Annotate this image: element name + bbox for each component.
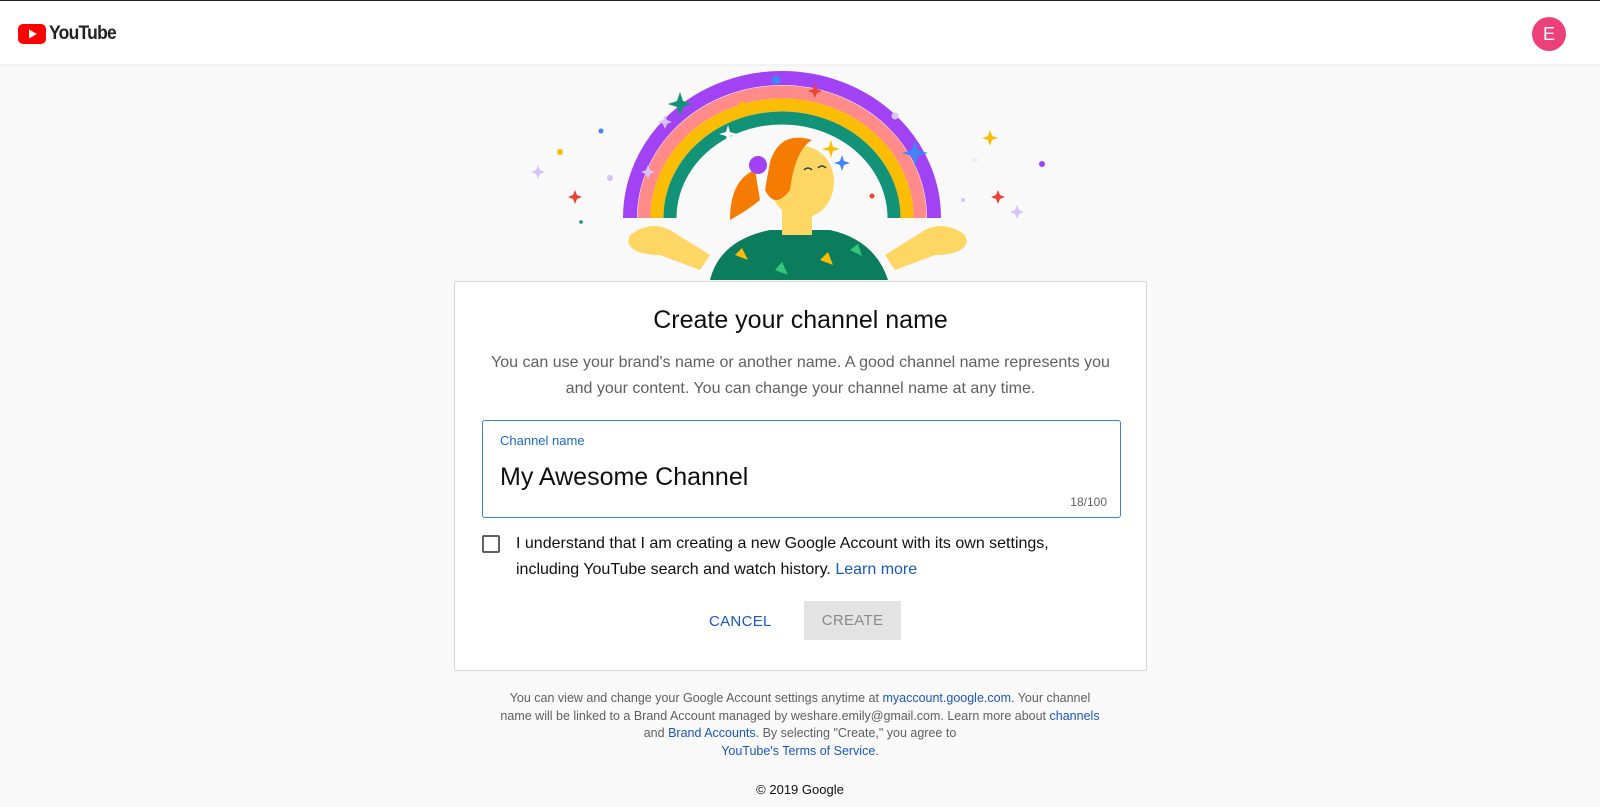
footer-text-4: . By selecting "Create," you agree to: [755, 726, 957, 740]
consent-text-block: I understand that I am creating a new Go…: [516, 531, 1116, 583]
top-bar: YouTube E: [0, 0, 1600, 64]
brand-accounts-link[interactable]: Brand Accounts: [668, 726, 756, 740]
avatar-letter: E: [1542, 23, 1555, 44]
logo-text: YouTube: [49, 23, 117, 44]
footer-text-1: You can view and change your Google Acco…: [509, 691, 879, 705]
cancel-button[interactable]: CANCEL: [699, 602, 782, 640]
card-title: Create your channel name: [653, 306, 948, 334]
avatar[interactable]: E: [1532, 17, 1566, 51]
channels-link[interactable]: channels: [1050, 709, 1100, 723]
channel-name-label: Channel name: [500, 433, 585, 448]
copyright: © 2019 Google: [756, 782, 844, 797]
card-description: You can use your brand's name or another…: [491, 354, 1110, 397]
terms-of-service-link[interactable]: YouTube's Terms of Service: [721, 744, 875, 758]
consent-checkbox[interactable]: [482, 535, 500, 553]
rainbow-illustration: [531, 71, 1045, 280]
footer-note: You can view and change your Google Acco…: [500, 690, 1100, 760]
channel-name-field[interactable]: Channel name My Awesome Channel 18/100: [482, 420, 1121, 518]
youtube-logo[interactable]: YouTube: [18, 23, 122, 45]
footer-text-5: .: [875, 743, 879, 758]
character-counter: 18/100: [1070, 495, 1107, 509]
consent-text: I understand that I am creating a new Go…: [516, 535, 1049, 578]
youtube-logo-icon: [18, 24, 46, 44]
channel-name-input[interactable]: My Awesome Channel: [500, 463, 748, 492]
create-channel-card: Create your channel name You can use you…: [454, 281, 1147, 671]
footer-text-3: and: [643, 726, 665, 740]
myaccount-link[interactable]: myaccount.google.com: [882, 691, 1011, 705]
create-button[interactable]: CREATE: [804, 601, 901, 640]
learn-more-link[interactable]: Learn more: [835, 561, 917, 578]
